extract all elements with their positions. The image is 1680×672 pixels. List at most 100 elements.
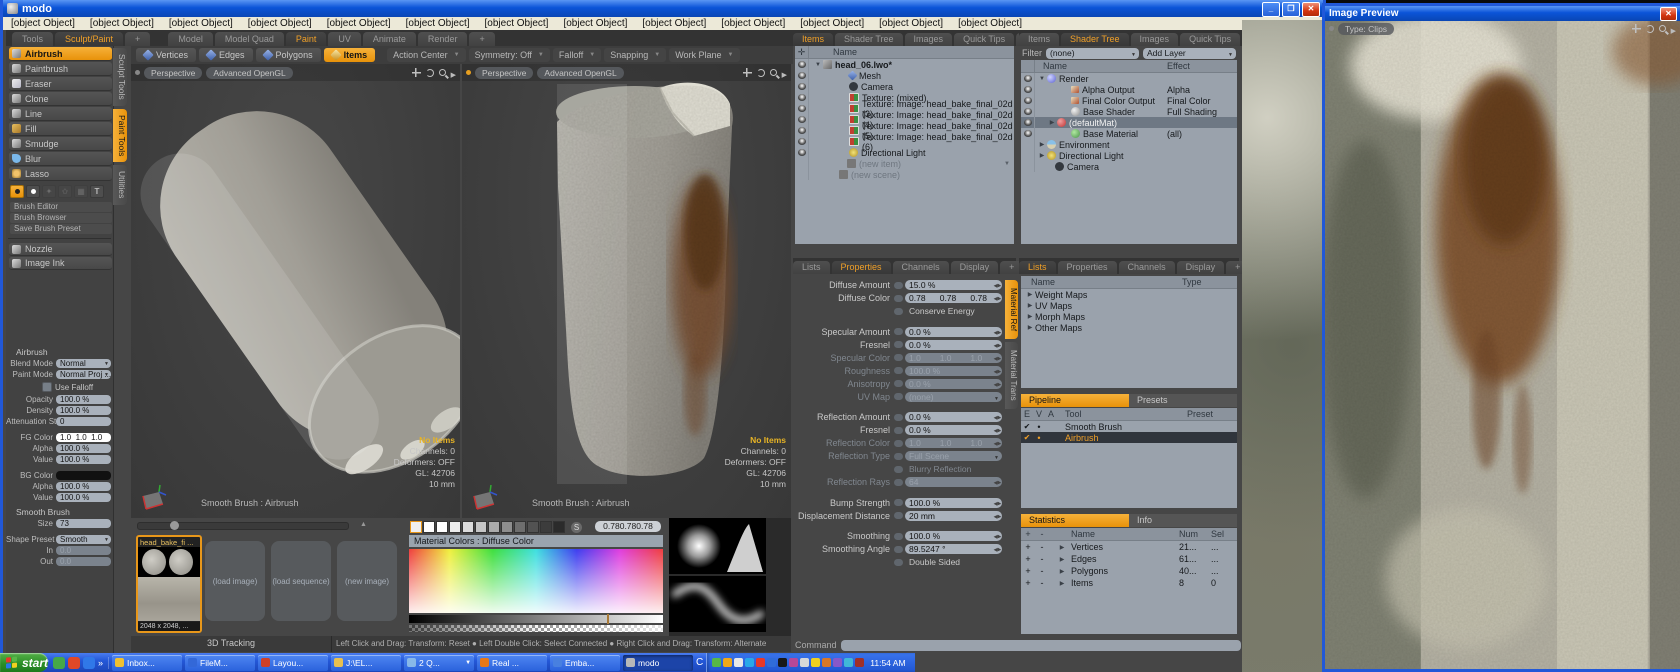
mini-slider-knob[interactable]	[894, 499, 903, 506]
toolbar-dropdown[interactable]: Symmetry: Off	[469, 48, 550, 62]
property-field[interactable]: Conserve Energy◀▶	[905, 306, 1002, 316]
item-row[interactable]: Directional Light	[795, 147, 1014, 158]
hue-saturation-gradient[interactable]	[409, 549, 663, 613]
expander-icon[interactable]: ▼	[1037, 76, 1047, 82]
text-brush-button[interactable]: T	[90, 185, 104, 198]
name-column-header[interactable]: Name	[809, 47, 857, 57]
tool-button[interactable]: Clone	[9, 92, 112, 106]
tray-icon[interactable]	[723, 658, 732, 667]
view-type-chip[interactable]: Perspective	[144, 67, 202, 79]
pan-icon[interactable]	[412, 68, 421, 77]
mini-slider-knob[interactable]	[894, 546, 903, 553]
deselect-minus-button[interactable]: -	[1035, 566, 1049, 576]
start-button[interactable]: start	[0, 653, 48, 672]
type-clips-chip[interactable]: Type: Clips	[1338, 23, 1394, 35]
expander-icon[interactable]: ▶	[1057, 544, 1067, 551]
menu-item[interactable]: [object Object]	[169, 18, 233, 29]
taskbar-window-button[interactable]: Inbox...	[112, 655, 182, 671]
shape-preset-select[interactable]: Smooth	[56, 535, 111, 544]
visibility-eye-icon[interactable]	[798, 127, 806, 134]
property-field[interactable]: 0.0 %◀▶	[905, 379, 1002, 389]
tray-icon[interactable]	[734, 658, 743, 667]
tray-icon[interactable]	[811, 658, 820, 667]
panel-tab[interactable]: Channels	[1119, 261, 1175, 274]
nozzle-tool-button[interactable]: Image Ink	[9, 257, 112, 270]
image-thumbnail-selected[interactable]: head_bake_fi ... 2048 x 2048, ...	[136, 535, 202, 633]
layout-tab[interactable]: +	[469, 32, 494, 46]
visibility-eye-icon[interactable]	[1024, 86, 1032, 93]
quick-launch-more-icon[interactable]: »	[98, 658, 103, 668]
tray-icon[interactable]	[756, 658, 765, 667]
color-swatch[interactable]	[501, 521, 513, 533]
item-row[interactable]: Mesh	[795, 70, 1014, 81]
load-sequence-button[interactable]: (load sequence)	[271, 541, 331, 621]
panel-tab[interactable]: Images	[905, 33, 953, 46]
mini-slider-knob[interactable]	[894, 282, 903, 289]
property-field[interactable]: 89.5247 °◀▶	[905, 544, 1002, 554]
mini-slider-knob[interactable]	[894, 559, 903, 566]
viewport-mode-dot[interactable]	[135, 70, 140, 75]
plus-column-header[interactable]: +	[1021, 529, 1035, 539]
panel-tab[interactable]: Channels	[893, 261, 949, 274]
name-column-header[interactable]: Name	[1049, 529, 1179, 539]
select-plus-button[interactable]: +	[1021, 542, 1035, 552]
panel-tab[interactable]: Shader Tree	[1061, 33, 1129, 46]
brush-stroke-preview[interactable]	[669, 576, 766, 632]
name-column-header[interactable]: Name	[1021, 277, 1182, 287]
viewport-right[interactable]: Perspective Advanced OpenGL No I	[462, 64, 791, 518]
in-field[interactable]: 0.0	[56, 546, 111, 555]
preset-column-header[interactable]: Preset	[1187, 409, 1237, 419]
tool-button[interactable]: Blur	[9, 152, 112, 166]
visibility-eye-icon[interactable]	[1024, 130, 1032, 137]
taskbar-window-button[interactable]: FileM...	[185, 655, 255, 671]
toolbar-dropdown[interactable]: Work Plane	[669, 48, 739, 62]
mini-slider-knob[interactable]	[894, 367, 903, 374]
toolbar-dropdown[interactable]: Action Center	[387, 48, 465, 62]
color-swatch[interactable]	[423, 521, 435, 533]
vertex-map-row[interactable]: ▶ UV Maps	[1021, 300, 1237, 311]
tray-icon[interactable]	[767, 658, 776, 667]
mini-slider-knob[interactable]	[894, 295, 903, 302]
visibility-eye-icon[interactable]	[798, 61, 806, 68]
mini-slider-knob[interactable]	[894, 380, 903, 387]
mini-slider-knob[interactable]	[894, 466, 903, 473]
tool-column-header[interactable]: Tool	[1057, 409, 1187, 419]
statistics-row[interactable]: + - ▶ Items 8 0	[1021, 577, 1237, 589]
out-field[interactable]: 0.0	[56, 557, 111, 566]
brush-link-button[interactable]: Brush Browser	[10, 213, 112, 223]
tool-button[interactable]: Smudge	[9, 137, 112, 151]
property-field[interactable]: (none)◀▶	[905, 392, 1002, 402]
panel-tab[interactable]: Quick Tips	[954, 33, 1014, 46]
mini-slider-knob[interactable]	[894, 427, 903, 434]
menu-item[interactable]: [object Object]	[958, 18, 1022, 29]
color-swatch[interactable]	[436, 521, 448, 533]
menu-item[interactable]: [object Object]	[485, 18, 549, 29]
property-field[interactable]: 0.0 %◀▶	[905, 327, 1002, 337]
minus-column-header[interactable]: -	[1035, 529, 1049, 539]
shader-row[interactable]: ▶ Environment	[1021, 139, 1237, 150]
expander-icon[interactable]: ▶	[1037, 152, 1047, 159]
layout-tab[interactable]: UV	[328, 32, 361, 46]
shading-mode-chip[interactable]: Advanced OpenGL	[537, 67, 623, 79]
property-field[interactable]: 0.0 %◀▶	[905, 340, 1002, 350]
brush-tip-procedural-button[interactable]: ✦	[42, 185, 56, 198]
view-type-chip[interactable]: Perspective	[475, 67, 533, 79]
quick-launch-icon[interactable]	[53, 657, 65, 669]
mini-slider-knob[interactable]	[894, 308, 903, 315]
color-swatch[interactable]	[553, 521, 565, 533]
select-plus-button[interactable]: +	[1021, 566, 1035, 576]
sidebar-category-tab[interactable]: Paint Tools	[113, 109, 127, 162]
expander-icon[interactable]: ▶	[1047, 119, 1057, 126]
color-swatch[interactable]	[514, 521, 526, 533]
preview-mode-dot[interactable]	[1329, 26, 1334, 31]
layout-tab[interactable]: Paint	[286, 32, 327, 46]
expander-icon[interactable]: ▶	[1057, 568, 1067, 575]
shader-row[interactable]: ▶ Directional Light	[1021, 150, 1237, 161]
brush-shape-preview[interactable]	[669, 518, 766, 574]
presets-tab[interactable]: Presets	[1129, 394, 1237, 407]
auto-column-header[interactable]: A	[1045, 409, 1057, 419]
quick-launch-icon[interactable]	[83, 657, 95, 669]
layout-tab[interactable]: Tools	[12, 32, 53, 46]
panel-tab[interactable]: Display	[1177, 261, 1225, 274]
orbit-icon[interactable]	[757, 69, 765, 77]
